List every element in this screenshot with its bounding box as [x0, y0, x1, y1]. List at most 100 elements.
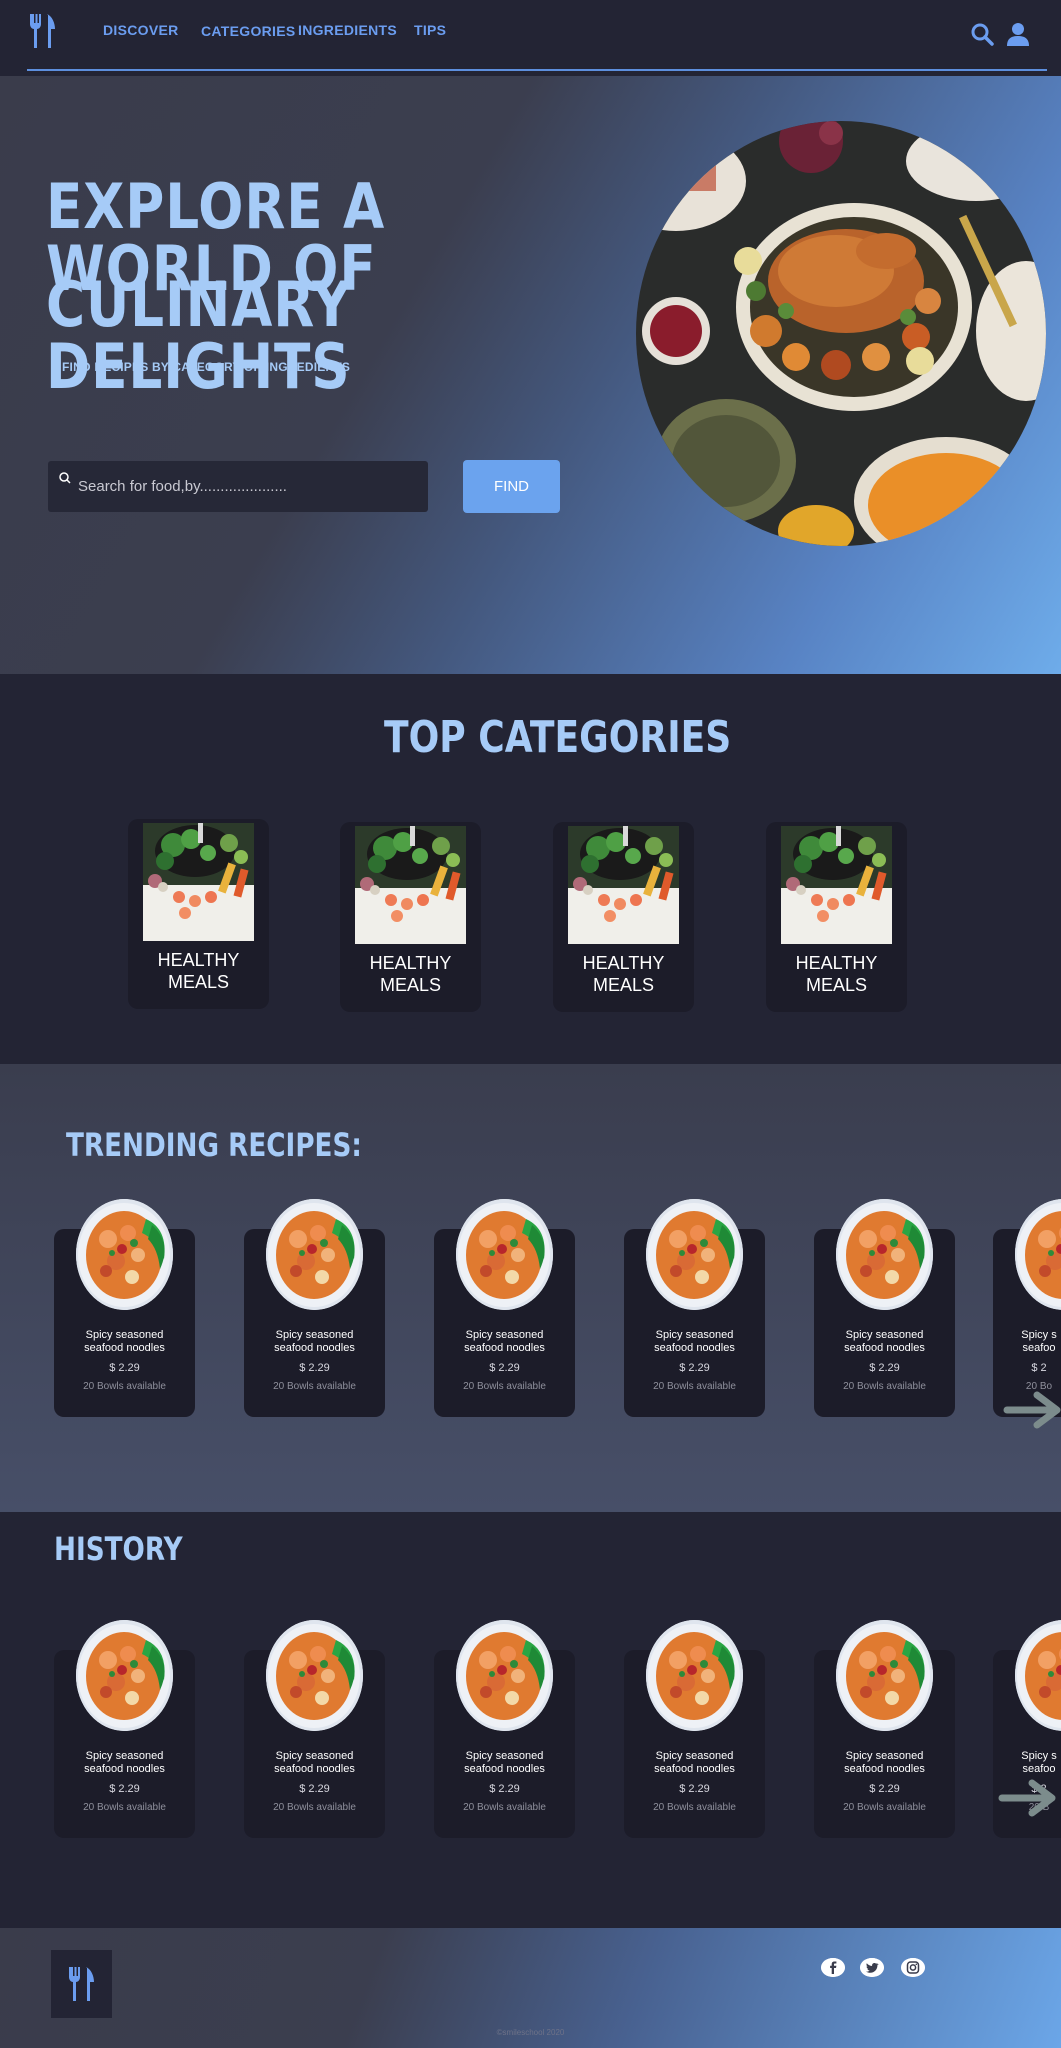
category-label: HEALTHY MEALS: [582, 953, 665, 995]
recipe-image: [836, 1199, 933, 1310]
recipe-image: [1015, 1620, 1061, 1731]
hero-subtitle: FIND RECIPES BY CATEGORY OR INGREDIENTS: [62, 360, 351, 374]
recipe-availability: 20 Bowls available: [83, 1381, 166, 1392]
nav-link-tips[interactable]: TIPS: [414, 22, 446, 38]
recipe-name: Spicy seasoned seafood noodles: [274, 1750, 355, 1775]
nav-link-ingredients[interactable]: INGREDIENTS: [298, 22, 397, 38]
search-field-icon: [59, 472, 71, 484]
recipe-card[interactable]: Spicy seasoned seafood noodles $ 2.29 20 …: [244, 1620, 385, 1838]
recipe-price: $ 2.29: [869, 1362, 900, 1374]
category-image: [143, 823, 254, 941]
recipe-availability: 20 Bowls available: [463, 1802, 546, 1813]
recipe-card[interactable]: Spicy seasoned seafood noodles $ 2.29 20 …: [54, 1620, 195, 1838]
history-section: HISTORY Spicy seasoned seafood noodles $ …: [0, 1512, 1061, 1928]
recipe-availability: 20 Bowls available: [273, 1802, 356, 1813]
recipe-card[interactable]: Spicy seasoned seafood noodles $ 2.29 20 …: [244, 1199, 385, 1417]
recipe-image: [646, 1620, 743, 1731]
fork-knife-logo-icon[interactable]: [28, 14, 56, 48]
category-label: HEALTHY MEALS: [795, 953, 878, 995]
recipe-name: Spicy seasoned seafood noodles: [464, 1750, 545, 1775]
recipe-price: $ 2.29: [869, 1783, 900, 1795]
footer-logo[interactable]: [51, 1950, 112, 2018]
top-categories-section: TOP CATEGORIES HEALTHY MEALS HEALTHY MEALS…: [3, 674, 1061, 1064]
twitter-icon[interactable]: [860, 1958, 884, 1977]
recipe-price: $ 2.29: [489, 1362, 520, 1374]
arrow-right-icon[interactable]: [1003, 1390, 1061, 1430]
recipe-image: [1015, 1199, 1061, 1310]
recipe-name: Spicy seasoned seafood noodles: [84, 1750, 165, 1775]
history-title: HISTORY: [54, 1530, 183, 1568]
recipe-name: Spicy seasoned seafood noodles: [654, 1750, 735, 1775]
category-card[interactable]: HEALTHY MEALS: [766, 822, 907, 1012]
find-button[interactable]: FIND: [463, 460, 560, 513]
category-image: [781, 826, 892, 944]
facebook-icon[interactable]: [821, 1958, 845, 1977]
fork-knife-icon: [66, 1967, 96, 2001]
recipe-image: [76, 1620, 173, 1731]
recipe-price: $ 2.29: [109, 1362, 140, 1374]
recipe-price: $ 2.29: [679, 1362, 710, 1374]
user-icon[interactable]: [1006, 22, 1030, 46]
recipe-availability: 20 Bowls available: [273, 1381, 356, 1392]
recipe-card[interactable]: Spicy seasoned seafood noodles $ 2.29 20 …: [54, 1199, 195, 1417]
recipe-image: [456, 1199, 553, 1310]
search-box[interactable]: [48, 461, 428, 512]
recipe-availability: 20 Bowls available: [653, 1381, 736, 1392]
recipe-price: $ 2: [1031, 1362, 1047, 1374]
trending-title: TRENDING RECIPES:: [66, 1126, 362, 1164]
nav-divider: [27, 69, 1047, 71]
recipe-price: $ 2.29: [109, 1783, 140, 1795]
hero-title-line2: CULINARY DELIGHTS: [46, 268, 352, 403]
recipe-name: Spicy seasoned seafood noodles: [844, 1750, 925, 1775]
recipe-price: $ 2.29: [679, 1783, 710, 1795]
category-label: HEALTHY MEALS: [157, 950, 240, 992]
top-categories-title: TOP CATEGORIES: [384, 712, 732, 763]
hero-feast-image: [636, 121, 1046, 546]
arrow-right-icon[interactable]: [998, 1778, 1058, 1818]
recipe-availability: 20 Bowls available: [843, 1802, 926, 1813]
category-label: HEALTHY MEALS: [369, 953, 452, 995]
recipe-image: [456, 1620, 553, 1731]
recipe-name: Spicy seasoned seafood noodles: [274, 1329, 355, 1354]
category-card[interactable]: HEALTHY MEALS: [340, 822, 481, 1012]
recipe-name: Spicy s seafoo: [1021, 1750, 1057, 1775]
recipe-card[interactable]: Spicy seasoned seafood noodles $ 2.29 20 …: [434, 1199, 575, 1417]
category-card[interactable]: HEALTHY MEALS: [128, 819, 269, 1009]
recipe-availability: 20 Bowls available: [83, 1802, 166, 1813]
recipe-availability: 20 Bowls available: [843, 1381, 926, 1392]
trending-recipes-section: TRENDING RECIPES: Spicy seasoned seafood …: [0, 1064, 1061, 1512]
nav-link-categories[interactable]: CATEGORIES: [201, 23, 296, 39]
recipe-name: Spicy seasoned seafood noodles: [84, 1329, 165, 1354]
recipe-image: [266, 1199, 363, 1310]
recipe-image: [266, 1620, 363, 1731]
category-card[interactable]: HEALTHY MEALS: [553, 822, 694, 1012]
category-image: [568, 826, 679, 944]
instagram-icon[interactable]: [901, 1958, 925, 1977]
recipe-name: Spicy seasoned seafood noodles: [844, 1329, 925, 1354]
recipe-name: Spicy s seafoo: [1021, 1329, 1057, 1354]
recipe-card[interactable]: Spicy seasoned seafood noodles $ 2.29 20 …: [434, 1620, 575, 1838]
category-image: [355, 826, 466, 944]
recipe-card[interactable]: Spicy s seafoo $ 2 20 Bo: [993, 1199, 1061, 1417]
nav-link-discover[interactable]: DISCOVER: [103, 22, 179, 38]
search-input[interactable]: [78, 461, 418, 512]
recipe-card[interactable]: Spicy seasoned seafood noodles $ 2.29 20 …: [814, 1620, 955, 1838]
recipe-price: $ 2.29: [489, 1783, 520, 1795]
recipe-name: Spicy seasoned seafood noodles: [464, 1329, 545, 1354]
copyright-text: ©smileschool 2020: [496, 2028, 565, 2037]
hero-section: EXPLORE A WORLD OF CULINARY DELIGHTS FIN…: [0, 76, 1061, 674]
recipe-name: Spicy seasoned seafood noodles: [654, 1329, 735, 1354]
recipe-card[interactable]: Spicy seasoned seafood noodles $ 2.29 20 …: [624, 1199, 765, 1417]
recipe-availability: 20 Bowls available: [463, 1381, 546, 1392]
search-icon[interactable]: [970, 22, 994, 46]
recipe-image: [836, 1620, 933, 1731]
recipe-price: $ 2.29: [299, 1783, 330, 1795]
recipe-price: $ 2.29: [299, 1362, 330, 1374]
top-nav: DISCOVER CATEGORIES INGREDIENTS TIPS: [0, 0, 1061, 76]
recipe-availability: 20 Bowls available: [653, 1802, 736, 1813]
recipe-image: [646, 1199, 743, 1310]
footer: ©smileschool 2020: [0, 1928, 1061, 2048]
recipe-card[interactable]: Spicy seasoned seafood noodles $ 2.29 20 …: [814, 1199, 955, 1417]
recipe-card[interactable]: Spicy seasoned seafood noodles $ 2.29 20 …: [624, 1620, 765, 1838]
recipe-image: [76, 1199, 173, 1310]
